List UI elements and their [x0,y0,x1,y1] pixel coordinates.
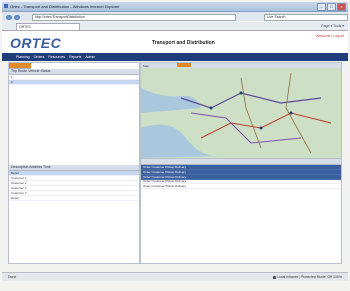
search-input[interactable]: Live Search [264,14,348,21]
tab-strip: ORTEC Page ▾ Tools ▾ [2,22,348,31]
trips-panel: Trip Route Vehicle Status 1 2 Descriptio… [8,62,140,264]
main-menu: Planning Orders Resources Reports Admin [2,53,348,61]
route-map[interactable]: Map [140,62,342,159]
order-row[interactable]: Order Customer Pickup Delivery [141,184,341,189]
title-bar: Ortec - Transport and Distribution - Win… [2,2,348,12]
url-input[interactable]: http://ortec/TransportDistribution [32,14,236,21]
close-button[interactable]: × [337,3,346,11]
back-icon[interactable]: ‹ [6,15,12,20]
map-canvas[interactable] [141,68,341,158]
orders-selected-block: Order Customer Pickup Delivery Order Cus… [141,165,341,180]
maximize-button[interactable]: □ [327,3,336,11]
status-text: Done [8,275,17,279]
ortec-logo: ORTEC [10,35,62,51]
route-line [190,112,302,144]
orders-panel: Order Customer Pickup Delivery Order Cus… [140,158,342,264]
app-header: ORTEC Transport and Distribution Welcome… [2,31,348,53]
app-title: Transport and Distribution [152,40,215,46]
user-links[interactable]: Welcome | Logout [316,34,344,38]
browser-icon [4,4,8,8]
zone-indicator: Local intranet | Protected Mode: Off 100… [272,273,342,281]
menu-item-planning[interactable]: Planning [16,55,30,59]
stop-row[interactable]: Depot [9,196,139,201]
status-bar: Done Local intranet | Protected Mode: Of… [2,272,348,281]
route-line [180,92,322,109]
stop-marker[interactable] [259,126,263,130]
browser-window: Ortec - Transport and Distribution - Win… [0,0,350,291]
menu-item-orders[interactable]: Orders [34,55,45,59]
window-title: Ortec - Transport and Distribution - Win… [10,4,120,9]
road-line [240,77,262,149]
stop-marker[interactable] [239,91,243,95]
stop-marker[interactable] [209,106,213,110]
tab-ortec[interactable]: ORTEC [16,23,80,31]
stop-marker[interactable] [289,111,293,115]
address-bar: ‹ › http://ortec/TransportDistribution L… [2,12,348,21]
menu-item-admin[interactable]: Admin [85,55,95,59]
menu-item-reports[interactable]: Reports [69,55,81,59]
sea-area [141,124,221,158]
forward-icon[interactable]: › [14,15,20,20]
minimize-button[interactable]: – [317,3,326,11]
lock-icon [272,275,276,279]
water-area [141,88,201,113]
menu-item-resources[interactable]: Resources [48,55,65,59]
browser-tools[interactable]: Page ▾ Tools ▾ [321,23,344,29]
